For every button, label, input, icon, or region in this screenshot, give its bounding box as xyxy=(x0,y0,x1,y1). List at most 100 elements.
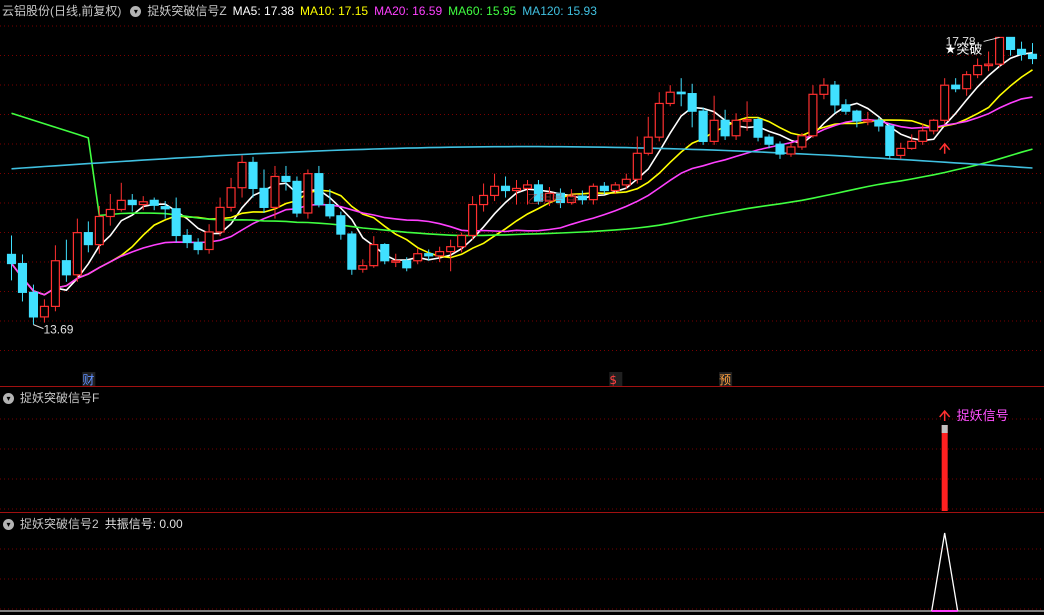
candle-body xyxy=(775,143,785,155)
candle-body xyxy=(731,119,741,137)
indicator-name: 捉妖突破信号Z xyxy=(147,4,227,18)
candle-body xyxy=(215,206,225,233)
ma-legend-item: MA20: 16.59 xyxy=(374,4,443,18)
candle-body xyxy=(248,161,258,190)
main-header: 云铝股份(日线,前复权) ▾ 捉妖突破信号Z MA5: 17.38 MA10: 17.1… xyxy=(0,0,609,22)
breakout-arrow-icon xyxy=(939,142,951,154)
candle-body xyxy=(753,119,763,138)
candle-body xyxy=(237,161,247,189)
candle-body xyxy=(588,185,598,201)
candle-body xyxy=(951,84,961,90)
candle-body xyxy=(204,231,214,251)
low-price-label: 13.69 xyxy=(43,323,73,337)
candle-body xyxy=(874,119,884,127)
candle-body xyxy=(94,215,104,246)
settings-toggle-icon[interactable]: ▾ xyxy=(130,6,142,18)
candle-body xyxy=(500,185,511,192)
candle-body xyxy=(138,201,148,206)
sub2-header: ▾ 捉妖突破信号2 共振信号: 0.00 xyxy=(0,513,189,535)
candle-body xyxy=(61,260,71,276)
candle-body xyxy=(1027,53,1038,60)
candle-body xyxy=(929,119,939,132)
candle-body xyxy=(171,208,181,237)
candle-body xyxy=(621,178,631,186)
candle-body xyxy=(841,104,851,112)
candle-body xyxy=(819,84,829,95)
candle-body xyxy=(50,260,60,307)
ma10-line xyxy=(10,69,1033,296)
candle-body xyxy=(885,125,895,157)
candle-body xyxy=(127,199,137,206)
resonance-value: 共振信号: 0.00 xyxy=(104,517,183,531)
candle-body xyxy=(896,147,906,157)
candle-body xyxy=(522,184,533,190)
candle-body xyxy=(511,187,522,192)
candle-body xyxy=(369,243,379,267)
candle-body xyxy=(720,119,730,137)
candle-body xyxy=(39,305,49,318)
candle-body xyxy=(984,63,994,67)
candle-body xyxy=(479,194,489,206)
ma-legend-item: MA5: 17.38 xyxy=(232,4,295,18)
candle-body xyxy=(468,203,478,237)
candle-body xyxy=(380,243,390,262)
candle-body xyxy=(1006,36,1016,50)
candle-body xyxy=(83,232,93,246)
ma120-line xyxy=(11,145,1033,170)
candle-body xyxy=(435,251,445,257)
low-pointer xyxy=(33,324,44,330)
ma-legend-item: MA10: 17.15 xyxy=(300,4,369,18)
sub1-title: 捉妖突破信号F xyxy=(20,391,100,405)
candle-body xyxy=(259,187,269,208)
candle-body xyxy=(698,110,708,142)
stock-label: 云铝股份(日线,前复权) xyxy=(2,4,122,18)
main-chart-panel[interactable]: 17.78 13.69 ★突破 乙明号 字财 $ 预 云铝股份(日线,前复权) ▾ 捉妖突破信… xyxy=(0,0,1044,386)
candle-body xyxy=(336,215,346,235)
candle-body xyxy=(292,180,302,214)
candle-body xyxy=(303,173,313,214)
candlestick-chart[interactable]: 17.7813.69★突破乙明号 字财 $ 预 xyxy=(0,0,1044,386)
candle-body xyxy=(17,262,28,293)
candle-body xyxy=(797,135,807,148)
candle-body xyxy=(1016,48,1027,55)
sub1-toggle-icon[interactable]: ▾ xyxy=(3,393,14,405)
candle-body xyxy=(643,136,653,154)
candle-body xyxy=(72,232,82,276)
candle-body xyxy=(676,91,686,95)
candle-body xyxy=(281,175,291,182)
candle-body xyxy=(665,91,675,105)
faded-watermark-text: 乙明号 字 xyxy=(527,191,579,206)
candle-body xyxy=(599,185,609,192)
event-label-yu: 预 xyxy=(719,373,731,386)
sub2-toggle-icon[interactable]: ▾ xyxy=(3,519,14,531)
candle-body xyxy=(995,36,1005,65)
candle-body xyxy=(764,136,774,145)
candle-body xyxy=(160,206,170,210)
candle-body xyxy=(182,234,192,244)
candle-body xyxy=(347,233,357,270)
signal-panel-2[interactable]: ▾ 捉妖突破信号2 共振信号: 0.00 xyxy=(0,513,1044,615)
candle-body xyxy=(6,253,17,265)
candle-body xyxy=(654,102,664,138)
event-label-cai: 财 xyxy=(82,373,94,386)
candle-body xyxy=(940,84,950,121)
signal-panel-f[interactable]: 捉妖信号 ▾ 捉妖突破信号F xyxy=(0,387,1044,512)
candle-body xyxy=(358,265,368,270)
candle-body xyxy=(709,119,719,142)
sub2-title: 捉妖突破信号2 xyxy=(20,517,99,531)
ma20-line xyxy=(10,96,1033,296)
candle-body xyxy=(808,93,818,137)
breakout-label: ★突破 xyxy=(945,42,983,58)
candle-body xyxy=(490,185,500,197)
candle-body xyxy=(863,119,873,123)
candle-body xyxy=(852,110,862,122)
candle-body xyxy=(105,208,115,218)
candle-body xyxy=(962,74,972,90)
candle-body xyxy=(149,199,159,206)
candle-body xyxy=(314,173,324,206)
candle-body xyxy=(973,64,983,76)
candle-body xyxy=(402,260,412,269)
candle-body xyxy=(907,140,917,149)
candle-body xyxy=(830,84,840,106)
signal-bar-cap xyxy=(941,425,948,433)
